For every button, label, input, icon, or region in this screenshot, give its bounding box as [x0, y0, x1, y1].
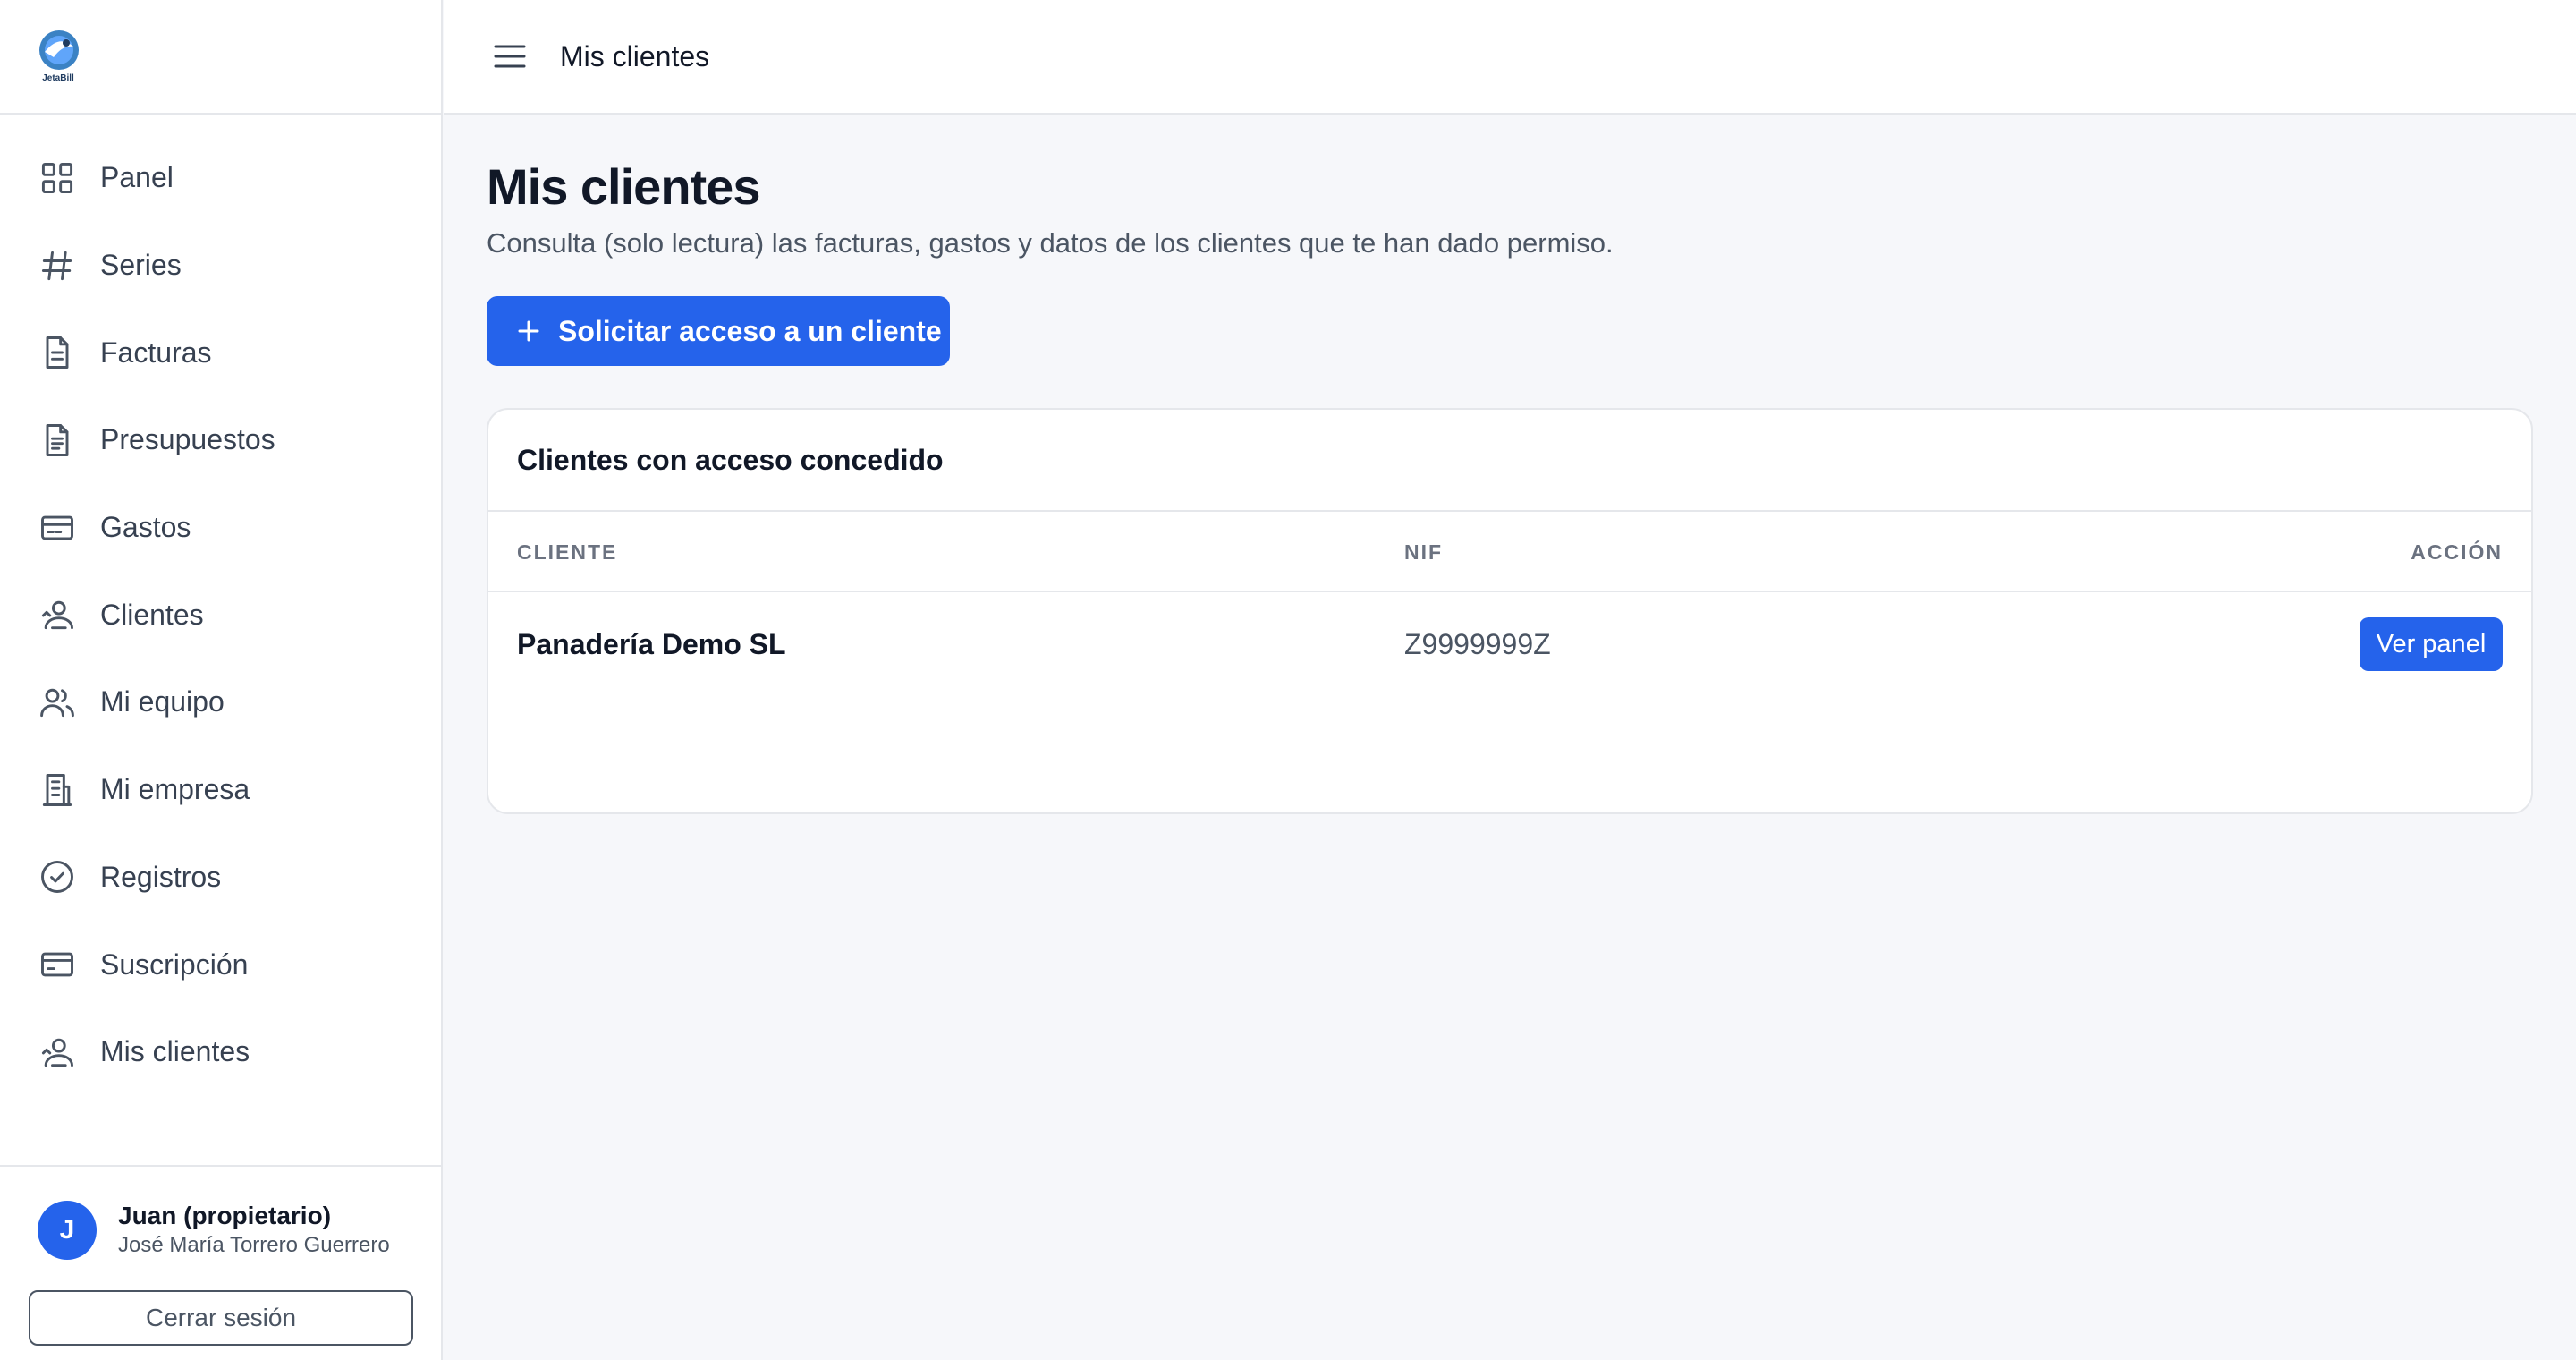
sidebar-item-mis-clientes[interactable]: Mis clientes	[0, 1008, 441, 1096]
document-icon	[38, 333, 77, 372]
main-content: Mis clientes Consulta (solo lectura) las…	[444, 115, 2576, 1360]
hash-icon	[38, 246, 77, 285]
sidebar-nav: Panel Series Facturas Presupuestos Gasto…	[0, 134, 441, 1096]
sidebar-item-label: Gastos	[100, 511, 191, 544]
svg-text:JetaBill: JetaBill	[42, 73, 74, 83]
sidebar-item-label: Clientes	[100, 598, 204, 631]
sidebar-item-label: Suscripción	[100, 948, 249, 981]
client-icon	[38, 1033, 77, 1072]
card-title: Clientes con acceso concedido	[517, 443, 944, 476]
column-header-client: CLIENTE	[517, 540, 618, 564]
sidebar-footer: J Juan (propietario) José María Torrero …	[0, 1165, 441, 1360]
sidebar-item-presupuestos[interactable]: Presupuestos	[0, 396, 441, 484]
users-icon	[38, 683, 77, 722]
card-icon	[38, 508, 77, 548]
hamburger-icon	[494, 45, 526, 68]
document-text-icon	[38, 421, 77, 460]
client-nif-cell: Z9999999Z	[1404, 628, 1551, 660]
jetabill-logo[interactable]: JetaBill	[32, 27, 84, 84]
sidebar-logo-area: JetaBill	[0, 0, 441, 115]
client-name-cell: Panadería Demo SL	[517, 628, 786, 660]
building-icon	[38, 770, 77, 810]
sidebar-item-label: Mis clientes	[100, 1035, 250, 1068]
sidebar-item-mi-equipo[interactable]: Mi equipo	[0, 659, 441, 746]
avatar: J	[38, 1201, 97, 1260]
request-access-label: Solicitar acceso a un cliente	[558, 314, 942, 347]
topbar-title: Mis clientes	[560, 39, 710, 72]
page-title: Mis clientes	[487, 158, 760, 215]
sidebar-item-label: Mi equipo	[100, 685, 225, 718]
table-row: Panadería Demo SL Z9999999Z Ver panel	[488, 592, 2531, 700]
column-header-action: ACCIÓN	[2411, 540, 2503, 564]
request-access-button[interactable]: Solicitar acceso a un cliente	[487, 296, 950, 366]
user-company: José María Torrero Guerrero	[118, 1233, 390, 1257]
column-header-nif: NIF	[1404, 540, 1444, 564]
sidebar: JetaBill Panel Series Facturas Presupues…	[0, 0, 443, 1360]
topbar: Mis clientes	[444, 0, 2576, 115]
user-text: Juan (propietario) José María Torrero Gu…	[118, 1201, 390, 1260]
sidebar-item-gastos[interactable]: Gastos	[0, 484, 441, 572]
view-panel-button[interactable]: Ver panel	[2360, 617, 2503, 671]
logout-button[interactable]: Cerrar sesión	[29, 1290, 413, 1346]
sidebar-item-mi-empresa[interactable]: Mi empresa	[0, 746, 441, 834]
sidebar-item-label: Panel	[100, 161, 174, 194]
sidebar-item-suscripcion[interactable]: Suscripción	[0, 921, 441, 1008]
sidebar-item-label: Registros	[100, 860, 222, 893]
menu-button[interactable]	[492, 38, 528, 74]
credit-card-icon	[38, 945, 77, 984]
client-icon	[38, 595, 77, 634]
plus-icon	[515, 318, 542, 344]
sidebar-item-label: Facturas	[100, 336, 212, 369]
sidebar-item-clientes[interactable]: Clientes	[0, 571, 441, 659]
sidebar-item-label: Mi empresa	[100, 773, 250, 806]
sidebar-item-label: Series	[100, 249, 182, 282]
table-header: CLIENTE NIF ACCIÓN	[488, 512, 2531, 592]
sidebar-item-label: Presupuestos	[100, 423, 275, 456]
clients-table: CLIENTE NIF ACCIÓN Panadería Demo SL Z99…	[488, 512, 2531, 700]
user-name: Juan (propietario)	[118, 1202, 332, 1229]
sidebar-item-registros[interactable]: Registros	[0, 834, 441, 922]
check-circle-icon	[38, 857, 77, 897]
user-info: J Juan (propietario) José María Torrero …	[38, 1201, 390, 1260]
sidebar-item-facturas[interactable]: Facturas	[0, 309, 441, 396]
grid-icon	[38, 158, 77, 198]
sidebar-item-series[interactable]: Series	[0, 222, 441, 310]
card-header: Clientes con acceso concedido	[488, 410, 2531, 512]
page-subtitle: Consulta (solo lectura) las facturas, ga…	[487, 227, 1614, 259]
sidebar-item-panel[interactable]: Panel	[0, 134, 441, 222]
clients-card: Clientes con acceso concedido CLIENTE NI…	[487, 408, 2533, 814]
